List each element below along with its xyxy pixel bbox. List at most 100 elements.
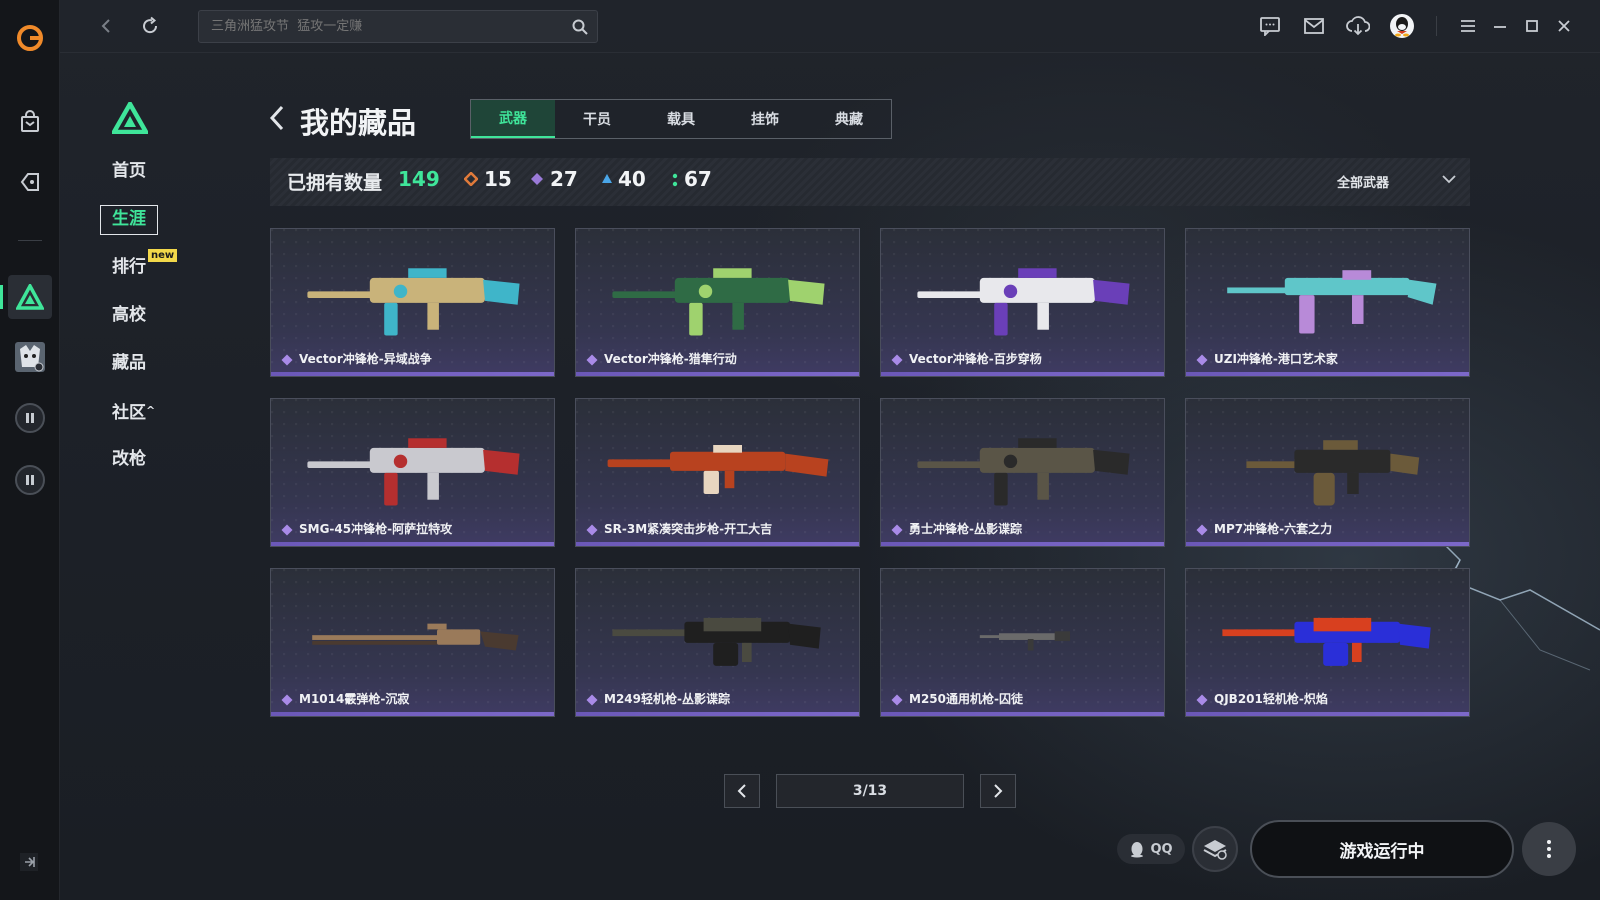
- maximize-icon[interactable]: [1518, 12, 1546, 40]
- weapon-image: [1222, 617, 1431, 666]
- expand-sidebar-icon[interactable]: [19, 852, 39, 876]
- menu-icon[interactable]: [1454, 12, 1482, 40]
- nav-item-gun-mod[interactable]: 改枪: [112, 443, 192, 475]
- weapon-card[interactable]: MP7冲锋枪-六套之力: [1185, 398, 1470, 547]
- purple-rarity-icon: [891, 354, 903, 366]
- blue-rarity-icon: [602, 174, 612, 183]
- caret-up-icon: ^: [146, 404, 156, 417]
- close-icon[interactable]: [1550, 12, 1578, 40]
- more-options-button[interactable]: [1522, 822, 1576, 876]
- purple-rarity-icon: [1196, 524, 1208, 536]
- download-icon[interactable]: [1344, 12, 1372, 40]
- weapon-image: [917, 438, 1130, 506]
- owned-count-label: 已拥有数量: [287, 172, 383, 194]
- chevron-down-icon[interactable]: [1440, 172, 1458, 186]
- weapon-name: SMG-45冲锋枪-阿萨拉特攻: [299, 522, 453, 536]
- back-arrow-icon[interactable]: [92, 12, 120, 40]
- qq-login-button[interactable]: QQ: [1117, 834, 1185, 864]
- weapon-image: [307, 438, 520, 506]
- tab-vehicles[interactable]: 载具: [639, 100, 723, 138]
- weapon-image: [612, 268, 825, 336]
- nav-item-collection[interactable]: 藏品: [112, 347, 192, 379]
- purple-rarity-icon: [281, 354, 293, 366]
- qq-penguin-icon: [1131, 842, 1144, 858]
- minimize-icon[interactable]: [1486, 12, 1514, 40]
- purple-rarity-icon: [531, 173, 543, 185]
- game-tag-icon[interactable]: [8, 160, 52, 204]
- chat-icon[interactable]: [1256, 12, 1284, 40]
- tab-charms[interactable]: 挂饰: [723, 100, 807, 138]
- weapon-card[interactable]: M1014霰弹枪-沉寂: [270, 568, 555, 717]
- weapon-image: [1246, 440, 1420, 506]
- tab-collection[interactable]: 典藏: [807, 100, 891, 138]
- owned-total: 149: [398, 167, 440, 191]
- prev-page-button[interactable]: [724, 774, 760, 808]
- layers-icon: [1203, 840, 1227, 860]
- weapon-card[interactable]: Vector冲锋枪-异域战争: [270, 228, 555, 377]
- weapon-card[interactable]: Vector冲锋枪-百步穿杨: [880, 228, 1165, 377]
- nav-item-community[interactable]: 社区^: [112, 395, 192, 427]
- weapon-card[interactable]: M249轻机枪-丛影谍踪: [575, 568, 860, 717]
- weapon-card[interactable]: UZI冲锋枪-港口艺术家: [1185, 228, 1470, 377]
- weapon-image: [312, 623, 519, 651]
- search-input[interactable]: [199, 11, 597, 42]
- purple-rarity-icon: [586, 524, 598, 536]
- chevron-right-icon: [994, 784, 1003, 798]
- ownership-stats-bar: 已拥有数量 149 15 27 40 67 全部武器: [270, 158, 1470, 206]
- page-indicator: 3/13: [776, 774, 964, 808]
- layers-button[interactable]: [1192, 826, 1238, 872]
- weapon-image: [979, 631, 1071, 651]
- page-title: 我的藏品: [300, 106, 417, 140]
- nav-item-home[interactable]: 首页: [112, 155, 192, 187]
- nav-item-community-label: 社区: [112, 403, 146, 423]
- orange-rarity-icon: [464, 172, 478, 186]
- back-chevron-icon[interactable]: [268, 104, 286, 136]
- weapon-image: [307, 268, 520, 336]
- weapon-name: SR-3M紧凑突击步枪-开工大吉: [604, 522, 773, 536]
- top-bar: [60, 0, 1600, 53]
- nav-item-career[interactable]: 生涯: [112, 203, 192, 235]
- weapon-card[interactable]: Vector冲锋枪-猎隼行动: [575, 228, 860, 377]
- pause-icon[interactable]: [8, 458, 52, 502]
- refresh-icon[interactable]: [136, 12, 164, 40]
- purple-rarity-icon: [281, 524, 293, 536]
- weapon-card[interactable]: SR-3M紧凑突击步枪-开工大吉: [575, 398, 860, 547]
- store-bag-icon[interactable]: [8, 100, 52, 144]
- orange-rarity-count: 15: [484, 167, 512, 191]
- search-icon[interactable]: [571, 18, 589, 40]
- game-running-button[interactable]: 游戏运行中: [1250, 820, 1514, 878]
- purple-rarity-count: 27: [550, 167, 578, 191]
- delta-force-logo-icon: [110, 99, 150, 138]
- app-logo-icon[interactable]: [8, 16, 52, 60]
- next-page-button[interactable]: [980, 774, 1016, 808]
- purple-rarity-icon: [891, 524, 903, 536]
- chevron-left-icon: [737, 784, 746, 798]
- weapon-name: Vector冲锋枪-百步穿杨: [909, 352, 1042, 366]
- weapon-card[interactable]: SMG-45冲锋枪-阿萨拉特攻: [270, 398, 555, 547]
- topbar-separator: [1436, 16, 1437, 36]
- nav-item-university[interactable]: 高校: [112, 299, 192, 331]
- purple-rarity-icon: [1196, 694, 1208, 706]
- search-box[interactable]: [198, 10, 598, 43]
- delta-force-game-icon[interactable]: [0, 275, 52, 319]
- purple-rarity-icon: [281, 694, 293, 706]
- tab-weapons[interactable]: 武器: [471, 100, 555, 138]
- weapon-name: M249轻机枪-丛影谍踪: [604, 692, 730, 706]
- weapon-card[interactable]: 勇士冲锋枪-丛影谍踪: [880, 398, 1165, 547]
- category-tabs: 武器 干员 载具 挂饰 典藏: [470, 99, 892, 139]
- weapon-name: Vector冲锋枪-猎隼行动: [604, 352, 737, 366]
- tab-operators[interactable]: 干员: [555, 100, 639, 138]
- user-avatar-icon[interactable]: [1388, 12, 1416, 40]
- pause-icon[interactable]: [8, 396, 52, 440]
- weapon-image: [612, 617, 821, 666]
- game-avatar-icon[interactable]: [8, 335, 52, 379]
- new-badge: new: [148, 249, 178, 262]
- purple-rarity-icon: [1196, 354, 1208, 366]
- weapon-filter-dropdown[interactable]: 全部武器: [1337, 172, 1389, 191]
- left-rail: [0, 0, 60, 900]
- weapon-name: Vector冲锋枪-异域战争: [299, 352, 432, 366]
- qq-label: QQ: [1150, 841, 1173, 857]
- mail-icon[interactable]: [1300, 12, 1328, 40]
- weapon-card[interactable]: M250通用机枪-囚徒: [880, 568, 1165, 717]
- weapon-card[interactable]: QJB201轻机枪-炽焰: [1185, 568, 1470, 717]
